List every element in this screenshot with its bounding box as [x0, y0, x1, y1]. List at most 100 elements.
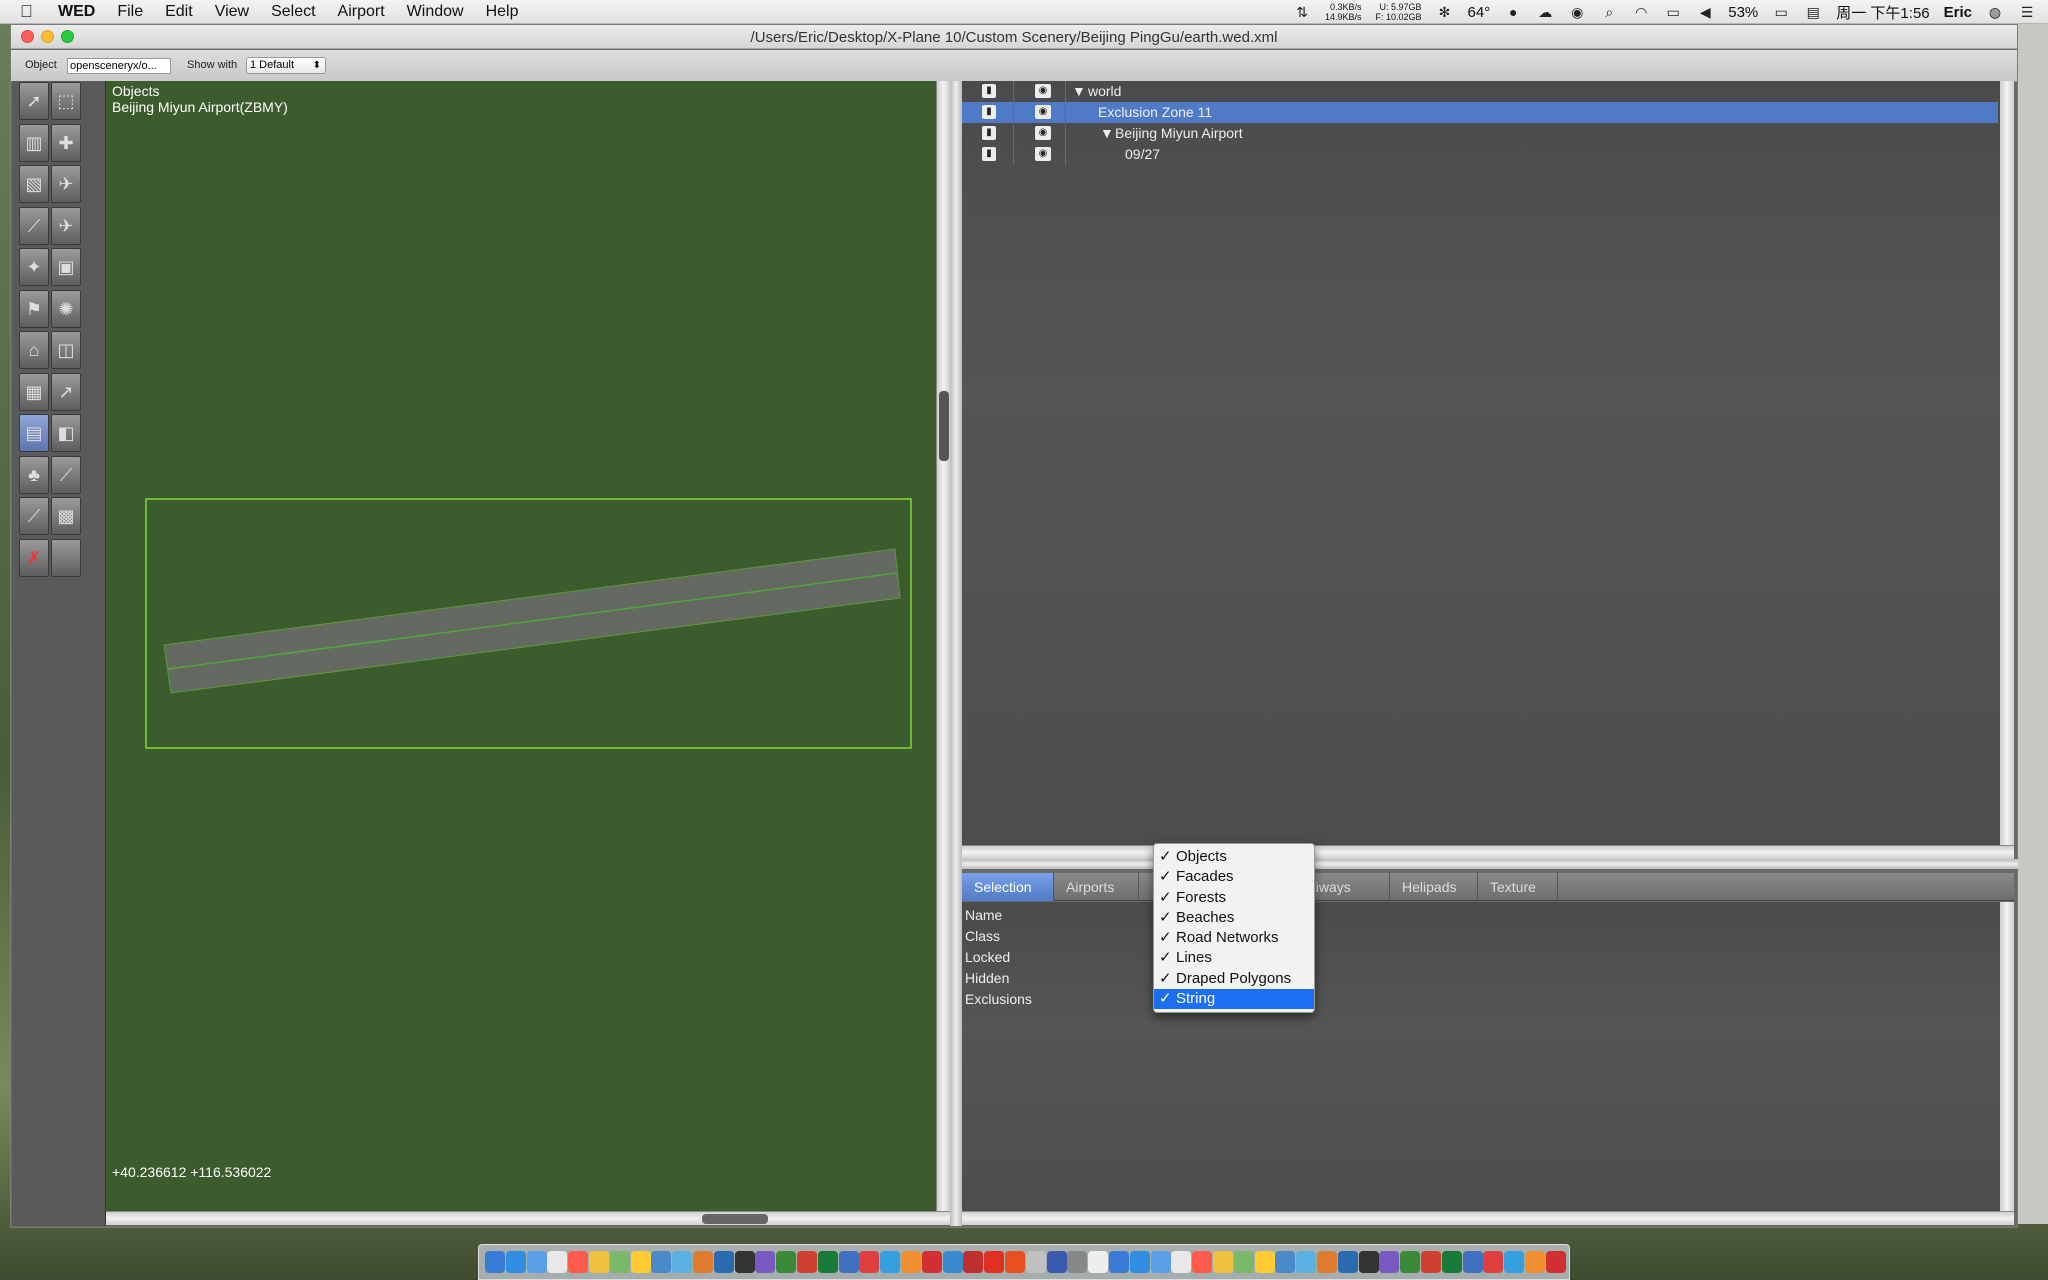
disk-usage[interactable]: U: 5.97GB F: 10.02GB [1376, 2, 1422, 22]
exclusion-option-beaches[interactable]: ✓ Beaches [1154, 908, 1314, 928]
beacon-tool-button[interactable]: ✺ [51, 289, 81, 328]
dock-app-icon[interactable] [1067, 1251, 1088, 1273]
map-vertical-thumb[interactable] [939, 391, 949, 461]
lock-icon[interactable]: ▮ [982, 105, 996, 119]
pane-splitter[interactable] [950, 81, 962, 1226]
property-locked[interactable]: Locked [962, 947, 1998, 968]
line-tool-button[interactable]: ⟋ [51, 455, 81, 494]
exclusion-option-facades[interactable]: ✓ Facades [1154, 867, 1314, 887]
notification-center-icon[interactable]: ☰ [2018, 4, 2036, 20]
tab-airports[interactable]: Airports [1054, 873, 1139, 901]
taxiway-tool-button[interactable]: ▧ [19, 165, 49, 203]
dock-app-icon[interactable] [797, 1251, 817, 1273]
dock-app-icon[interactable] [1296, 1251, 1317, 1273]
boundary-tool-button[interactable]: ✈ [51, 206, 81, 245]
draped-polygon-tool-button[interactable]: ▩ [51, 497, 81, 535]
temperature-readout[interactable]: 64° [1468, 4, 1491, 21]
dock-app-icon[interactable] [942, 1251, 963, 1273]
dock-app-icon[interactable] [1046, 1251, 1067, 1273]
dock-app-icon[interactable] [734, 1251, 755, 1273]
exclusion-option-objects[interactable]: ✓ Objects [1154, 847, 1314, 867]
dock-app-icon[interactable] [1421, 1251, 1441, 1273]
object-tool-button[interactable]: ◧ [51, 414, 81, 452]
search-icon[interactable]: ⌕ [1600, 4, 1618, 20]
exclusion-option-draped-polygons[interactable]: ✓ Draped Polygons [1154, 969, 1314, 989]
battery-icon[interactable]: ▭ [1772, 4, 1790, 20]
dock-app-icon[interactable] [921, 1251, 942, 1273]
facade-tool-button[interactable]: ▤ [19, 414, 49, 452]
hierarchy-row-runway[interactable]: ▮ ◉ 09/27 [962, 144, 1998, 165]
eye-icon[interactable]: ◉ [1035, 105, 1051, 119]
dock-app-icon[interactable] [1150, 1251, 1171, 1273]
network-speed[interactable]: 0.3KB/s 14.9KB/s [1325, 2, 1362, 22]
exclusion-option-road-networks[interactable]: ✓ Road Networks [1154, 928, 1314, 948]
dock-app-icon[interactable] [859, 1251, 880, 1273]
user-name[interactable]: Eric [1944, 4, 1972, 21]
dock-app-icon[interactable] [901, 1251, 921, 1273]
dock-app-icon[interactable] [1483, 1251, 1504, 1273]
menu-file[interactable]: File [117, 3, 143, 21]
dock-app-icon[interactable] [589, 1251, 609, 1273]
dock-app-icon[interactable] [713, 1251, 734, 1273]
dock-app-icon[interactable] [1025, 1251, 1046, 1273]
eye-icon[interactable]: ◉ [1035, 84, 1051, 98]
hierarchy-horizontal-scrollbar[interactable] [962, 845, 2014, 859]
map-horizontal-scrollbar[interactable] [106, 1211, 950, 1225]
properties-vertical-scrollbar[interactable] [2000, 902, 2014, 1212]
dock-app-icon[interactable] [547, 1251, 568, 1273]
exclusion-option-lines[interactable]: ✓ Lines [1154, 948, 1314, 968]
object-field[interactable]: opensceneryx/o... [67, 58, 171, 74]
menu-window[interactable]: Window [407, 3, 464, 21]
dock-app-icon[interactable] [672, 1251, 693, 1273]
property-class[interactable]: Class [962, 926, 1998, 947]
disclosure-triangle-icon[interactable]: ▼ [1100, 123, 1114, 144]
dock-app-icon[interactable] [776, 1251, 797, 1273]
dock-app-icon[interactable] [1317, 1251, 1337, 1273]
dock-app-icon[interactable] [1545, 1251, 1566, 1273]
flag-icon[interactable]: ▤ [1804, 4, 1822, 20]
dock-app-icon[interactable] [1441, 1251, 1462, 1273]
dock-app-icon[interactable] [1254, 1251, 1275, 1273]
tab-helipads[interactable]: Helipads [1390, 873, 1478, 901]
show-with-select[interactable]: 1 Default [246, 57, 326, 74]
dock-app-icon[interactable] [1358, 1251, 1379, 1273]
atc-frequency-tool-button[interactable]: ◫ [51, 331, 81, 369]
dock-app-icon[interactable] [1088, 1251, 1109, 1273]
siri-icon[interactable]: ◍ [1986, 4, 2004, 20]
hierarchy-row-world[interactable]: ▮ ◉ ▼ world [962, 81, 1998, 102]
dock-app-icon[interactable] [1462, 1251, 1483, 1273]
menu-select[interactable]: Select [271, 3, 315, 21]
property-exclusions[interactable]: Exclusions [962, 989, 1998, 1010]
dock-app-icon[interactable] [1192, 1251, 1213, 1273]
menu-edit[interactable]: Edit [165, 3, 193, 21]
dock-app-icon[interactable] [1109, 1251, 1129, 1273]
fan-icon[interactable]: ✻ [1436, 4, 1454, 20]
exclusion-tool-button[interactable]: ✗ [19, 538, 49, 577]
dock-app-icon[interactable] [609, 1251, 630, 1273]
dock-app-icon[interactable] [485, 1251, 505, 1273]
horizontal-pane-splitter[interactable] [962, 859, 2018, 869]
dock-app-icon[interactable] [630, 1251, 651, 1273]
exclusion-option-string[interactable]: ✓ String [1154, 989, 1314, 1010]
map-view[interactable]: Objects Beijing Miyun Airport(ZBMY) +40.… [106, 81, 936, 1211]
marquee-select-tool-button[interactable]: ⬚ [51, 82, 81, 120]
dock-app-icon[interactable] [1171, 1251, 1192, 1273]
marquee-arrow-tool-button[interactable]: ➚ [19, 82, 49, 120]
dock-app-icon[interactable] [880, 1251, 901, 1273]
dock-app-icon[interactable] [984, 1251, 1005, 1273]
windsock-tool-button[interactable]: ⚑ [19, 289, 49, 328]
window-titlebar[interactable]: /Users/Eric/Desktop/X-Plane 10/Custom Sc… [11, 25, 2017, 49]
dock-app-icon[interactable] [1213, 1251, 1233, 1273]
dock-app-icon[interactable] [963, 1251, 984, 1273]
taxi-route-tool-button[interactable]: ⟋ [19, 206, 49, 245]
hierarchy-vertical-scrollbar[interactable] [2000, 81, 2014, 851]
map-horizontal-thumb[interactable] [702, 1214, 768, 1224]
hierarchy-row-airport[interactable]: ▮ ◉ ▼ Beijing Miyun Airport [962, 123, 1998, 144]
apple-menu-icon[interactable]:  [20, 2, 36, 21]
qq-icon[interactable]: ● [1504, 4, 1522, 20]
ramp-start-tool-button[interactable]: ✈ [51, 165, 81, 203]
clock[interactable]: 周一 下午1:56 [1836, 2, 1929, 23]
dock-app-icon[interactable] [526, 1251, 547, 1273]
exclusion-option-forests[interactable]: ✓ Forests [1154, 888, 1314, 908]
dock-app-icon[interactable] [817, 1251, 838, 1273]
